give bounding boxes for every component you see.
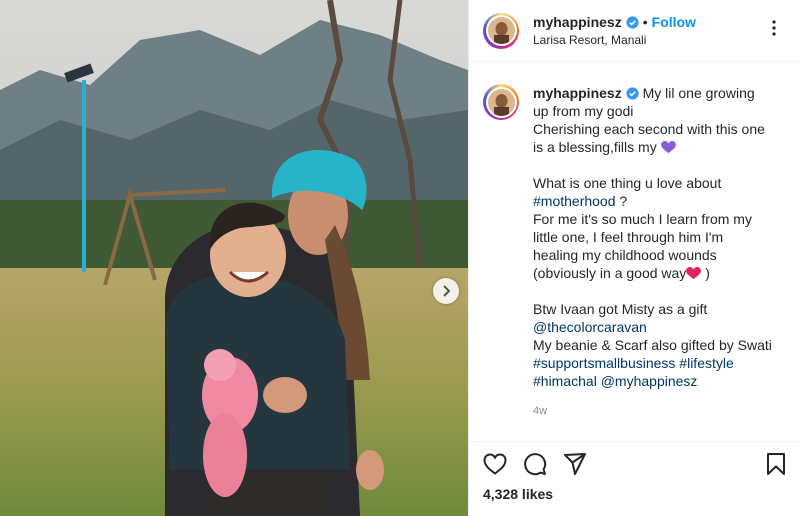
share-button[interactable] [563,452,587,476]
hashtag-link[interactable]: #supportsmallbusiness [533,355,675,371]
avatar-ring [485,86,517,118]
caption-text: is a blessing,fills my [533,139,661,155]
caption-text: ? [615,193,628,209]
post-location[interactable]: Larisa Resort, Manali [533,33,762,47]
share-icon [564,453,586,475]
avatar-photo [487,88,515,116]
hashtag-link[interactable]: #himachal [533,373,597,389]
posted-time[interactable]: 4w [533,402,783,420]
verified-badge-icon [626,15,639,29]
caption-line: For me it's so much I learn from my [533,211,752,227]
comment-button[interactable] [523,452,547,476]
caption-line: Cherishing each second with this one [533,121,765,137]
avatar-photo [487,17,515,44]
caption-line: is a blessing,fills my [533,138,783,156]
hashtag-link[interactable]: #lifestyle [679,355,733,371]
post-image [0,0,468,516]
caption-line: @thecolorcaravan [533,318,783,336]
caption-area: myhappinesz My lil one growing up from m… [469,62,800,441]
verified-badge-icon [626,87,639,100]
caption-text: ) [701,265,710,281]
post-header: myhappinesz • Follow Larisa Resort, Mana… [469,0,800,62]
caption-author-avatar[interactable] [483,84,519,120]
like-count[interactable]: 4,328 likes [483,486,786,502]
like-icon [483,453,507,475]
carousel-next-icon [443,285,451,297]
post-actions: 4,328 likes [469,441,800,516]
caption-line: myhappinesz My lil one growing [533,84,783,102]
more-options-button[interactable] [762,20,786,41]
caption-line: My beanie & Scarf also gifted by Swati [533,337,772,353]
separator-dot: • [642,14,648,30]
avatar-image [487,88,515,116]
post-side-panel: myhappinesz • Follow Larisa Resort, Mana… [468,0,800,516]
author-avatar[interactable] [483,12,519,49]
caption-username[interactable]: myhappinesz [533,85,622,101]
header-row: myhappinesz • Follow [533,14,762,30]
instagram-post: myhappinesz • Follow Larisa Resort, Mana… [0,0,800,516]
avatar-ring [485,15,517,46]
author-username[interactable]: myhappinesz [533,14,622,30]
post-photo[interactable] [0,0,468,516]
hashtag-link[interactable]: #motherhood [533,193,616,209]
caption-line: #himachal @myhappinesz [533,372,783,390]
caption-text: My lil one growing [638,85,755,101]
follow-button[interactable]: Follow [652,14,696,30]
caption-line: #motherhood ? [533,192,783,210]
purple-heart-emoji-icon [660,141,676,154]
caption-avatar-wrap [483,84,519,441]
mention-link[interactable]: @myhappinesz [601,373,698,389]
caption-line: healing my childhood wounds [533,247,717,263]
caption-line: little one, I feel through him I'm [533,229,724,245]
action-icons [483,442,786,486]
red-heart-emoji-icon [686,267,702,280]
more-options-icon [772,20,776,36]
comment-icon [524,453,547,476]
caption-line: What is one thing u love about [533,175,722,191]
caption-line: #supportsmallbusiness #lifestyle [533,354,783,372]
header-text: myhappinesz • Follow Larisa Resort, Mana… [533,14,762,47]
caption-text: (obviously in a good way [533,265,687,281]
carousel-next-button[interactable] [433,278,459,304]
caption-line: up from my godi [533,103,634,119]
mention-link[interactable]: @thecolorcaravan [533,319,647,335]
save-button[interactable] [766,452,786,476]
like-button[interactable] [483,453,507,475]
avatar-image [487,17,515,44]
caption-line: Btw Ivaan got Misty as a gift [533,301,708,317]
caption-line: (obviously in a good way ) [533,264,783,282]
save-icon [767,453,785,475]
caption-body: myhappinesz My lil one growing up from m… [533,84,783,441]
